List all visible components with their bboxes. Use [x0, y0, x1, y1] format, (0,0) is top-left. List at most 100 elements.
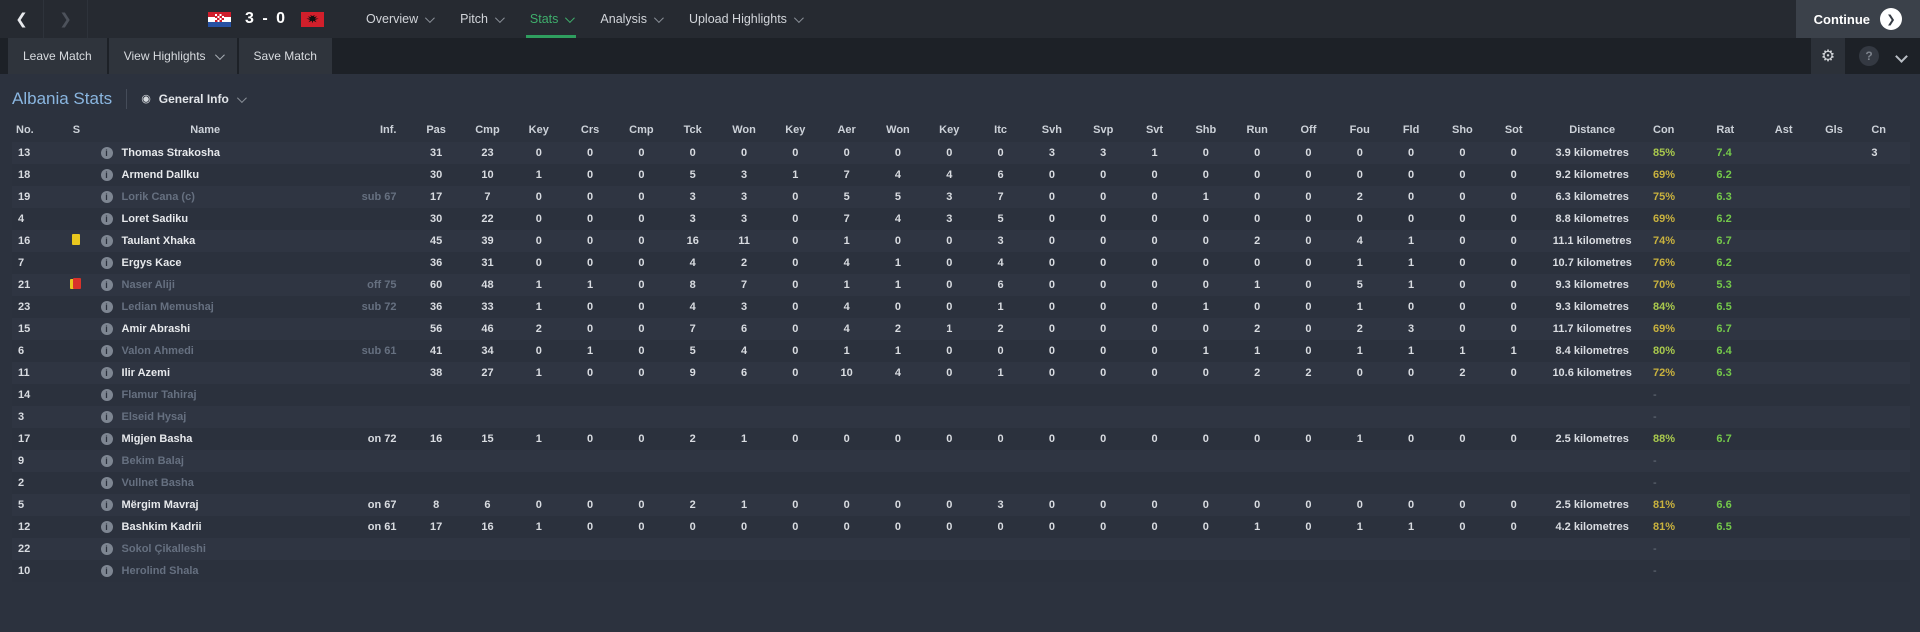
player-name[interactable]: Herolind Shala [122, 565, 199, 577]
table-row[interactable]: 2 i Vullnet Basha - [12, 472, 1910, 494]
column-header-s[interactable]: S [56, 118, 96, 142]
column-header-pas[interactable]: Pas [410, 118, 461, 142]
table-row[interactable]: 15 i Amir Abrashi 56 46 2 0 0 7 6 0 4 2 1 2 0 0 0 0 2 0 2 3 0 0 1… [12, 318, 1910, 340]
info-icon[interactable]: i [100, 543, 113, 555]
column-header-aer[interactable]: Aer [821, 118, 872, 142]
info-icon[interactable]: i [100, 455, 113, 467]
column-header-key3[interactable]: Key [924, 118, 975, 142]
table-row[interactable]: 16 i Taulant Xhaka 45 39 0 0 0 16 11 0 1 0 0 3 0 0 0 0 2 0 4 1… [12, 230, 1910, 252]
player-name[interactable]: Elseid Hysaj [122, 411, 187, 423]
table-row[interactable]: 6 i Valon Ahmedi sub 61 41 34 0 1 0 5 4 0 1 1 0 0 0 0 0 1 1 0… [12, 340, 1910, 362]
info-icon[interactable]: i [100, 389, 113, 401]
column-header-ast[interactable]: Ast [1767, 118, 1817, 142]
column-header-con[interactable]: Con [1645, 118, 1708, 142]
table-row[interactable]: 22 i Sokol Çikalleshi - [12, 538, 1910, 560]
column-header-shb[interactable]: Shb [1180, 118, 1231, 142]
player-name[interactable]: Lorik Cana (c) [122, 191, 195, 203]
column-header-rat[interactable]: Rat [1708, 118, 1766, 142]
table-row[interactable]: 11 i Ilir Azemi 38 27 1 0 0 9 6 0 10 4 0 1 0 0 0 0 2 2 0 0 2 0 10… [12, 362, 1910, 384]
info-icon[interactable]: i [100, 521, 113, 533]
table-row[interactable]: 7 i Ergys Kace 36 31 0 0 0 4 2 0 4 1 0 4 0 0 0 0 0 0 1 1 0 0 10.7… [12, 252, 1910, 274]
player-name[interactable]: Ergys Kace [122, 257, 182, 269]
player-name[interactable]: Vullnet Basha [122, 477, 194, 489]
column-header-fou[interactable]: Fou [1334, 118, 1385, 142]
table-row[interactable]: 19 i Lorik Cana (c) sub 67 17 7 0 0 0 3 3 0 5 5 3 7 0 0 0 1… [12, 186, 1910, 208]
column-header-name[interactable]: Name [97, 118, 314, 142]
info-icon[interactable]: i [100, 433, 113, 445]
column-header-tck[interactable]: Tck [667, 118, 718, 142]
player-name[interactable]: Ilir Azemi [122, 367, 171, 379]
info-icon[interactable]: i [100, 565, 113, 577]
table-row[interactable]: 3 i Elseid Hysaj - [12, 406, 1910, 428]
column-header-itc[interactable]: Itc [975, 118, 1026, 142]
leave-match-button[interactable]: Leave Match [8, 38, 107, 74]
info-icon[interactable]: i [100, 367, 113, 379]
nav-item-pitch[interactable]: Pitch [446, 0, 516, 38]
column-header-no[interactable]: No. [12, 118, 56, 142]
column-header-won2[interactable]: Won [872, 118, 923, 142]
player-name[interactable]: Ledian Memushaj [122, 301, 214, 313]
view-selector[interactable]: ◉ General Info [141, 92, 247, 106]
column-header-won[interactable]: Won [718, 118, 769, 142]
info-icon[interactable]: i [100, 323, 113, 335]
nav-item-overview[interactable]: Overview [352, 0, 446, 38]
player-name[interactable]: Amir Abrashi [122, 323, 191, 335]
table-row[interactable]: 17 i Migjen Basha on 72 16 15 1 0 0 2 1 0 0 0 0 0 0 0 0 0 0 0… [12, 428, 1910, 450]
column-header-inf[interactable]: Inf. [314, 118, 411, 142]
column-header-cn[interactable]: Cn [1863, 118, 1910, 142]
table-row[interactable]: 5 i Mërgim Mavraj on 67 8 6 0 0 0 2 1 0 0 0 0 3 0 0 0 0 0 0 0 0… [12, 494, 1910, 516]
column-header-key2[interactable]: Key [770, 118, 821, 142]
table-row[interactable]: 9 i Bekim Balaj - [12, 450, 1910, 472]
player-name[interactable]: Loret Sadiku [122, 213, 189, 225]
info-icon[interactable]: i [100, 411, 113, 423]
info-icon[interactable]: i [100, 301, 113, 313]
nav-item-upload-highlights[interactable]: Upload Highlights [675, 0, 815, 38]
player-name[interactable]: Flamur Tahiraj [122, 389, 197, 401]
column-header-cmp[interactable]: Cmp [462, 118, 513, 142]
column-header-svp[interactable]: Svp [1078, 118, 1129, 142]
column-header-gls[interactable]: Gls [1817, 118, 1863, 142]
player-name[interactable]: Naser Aliji [122, 279, 175, 291]
column-header-fld[interactable]: Fld [1385, 118, 1436, 142]
player-name[interactable]: Sokol Çikalleshi [122, 543, 206, 555]
table-row[interactable]: 23 i Ledian Memushaj sub 72 36 33 1 0 0 4 3 0 4 0 0 1 0 0… [12, 296, 1910, 318]
info-icon[interactable]: i [100, 257, 113, 269]
column-header-distance[interactable]: Distance [1539, 118, 1645, 142]
info-icon[interactable]: i [100, 477, 113, 489]
save-match-button[interactable]: Save Match [238, 38, 332, 74]
column-header-key[interactable]: Key [513, 118, 564, 142]
continue-button[interactable]: Continue ❯ [1795, 0, 1920, 38]
collapse-chevron-icon[interactable] [1895, 49, 1908, 63]
player-name[interactable]: Mërgim Mavraj [122, 499, 199, 511]
forward-button[interactable]: ❯ [44, 0, 88, 38]
info-icon[interactable]: i [100, 169, 113, 181]
column-header-sho[interactable]: Sho [1437, 118, 1488, 142]
column-header-sot[interactable]: Sot [1488, 118, 1539, 142]
table-row[interactable]: 21 i Naser Aliji off 75 60 48 1 1 0 8 7 0 1 1 0 6 0 0 0 0 1 0… [12, 274, 1910, 296]
player-name[interactable]: Thomas Strakosha [122, 147, 220, 159]
column-header-run[interactable]: Run [1231, 118, 1282, 142]
column-header-svh[interactable]: Svh [1026, 118, 1077, 142]
player-name[interactable]: Bashkim Kadrii [122, 521, 202, 533]
table-row[interactable]: 14 i Flamur Tahiraj - [12, 384, 1910, 406]
back-button[interactable]: ❮ [0, 0, 44, 38]
info-icon[interactable]: i [100, 213, 113, 225]
info-icon[interactable]: i [100, 345, 113, 357]
view-highlights-button[interactable]: View Highlights [108, 38, 237, 74]
nav-item-stats[interactable]: Stats [516, 0, 587, 38]
table-row[interactable]: 18 i Armend Dallku 30 10 1 0 0 5 3 1 7 4 4 6 0 0 0 0 0 0 0 0 0 0… [12, 164, 1910, 186]
table-row[interactable]: 10 i Herolind Shala - [12, 560, 1910, 582]
player-name[interactable]: Valon Ahmedi [122, 345, 194, 357]
info-icon[interactable]: i [100, 147, 113, 159]
info-icon[interactable]: i [100, 279, 113, 291]
table-row[interactable]: 13 i Thomas Strakosha 31 23 0 0 0 0 0 0 0 0 0 0 3 3 1 0 0 0 0… [12, 142, 1910, 164]
info-icon[interactable]: i [100, 499, 113, 511]
column-header-crs[interactable]: Crs [564, 118, 615, 142]
player-name[interactable]: Taulant Xhaka [122, 235, 196, 247]
player-name[interactable]: Bekim Balaj [122, 455, 184, 467]
player-name[interactable]: Migjen Basha [122, 433, 193, 445]
table-row[interactable]: 12 i Bashkim Kadrii on 61 17 16 1 0 0 0 0 0 0 0 0 0 0 0 0 0… [12, 516, 1910, 538]
gear-icon[interactable]: ⚙ [1811, 38, 1845, 74]
column-header-off[interactable]: Off [1283, 118, 1334, 142]
table-row[interactable]: 4 i Loret Sadiku 30 22 0 0 0 3 3 0 7 4 3 5 0 0 0 0 0 0 0 0 0 0 8.… [12, 208, 1910, 230]
